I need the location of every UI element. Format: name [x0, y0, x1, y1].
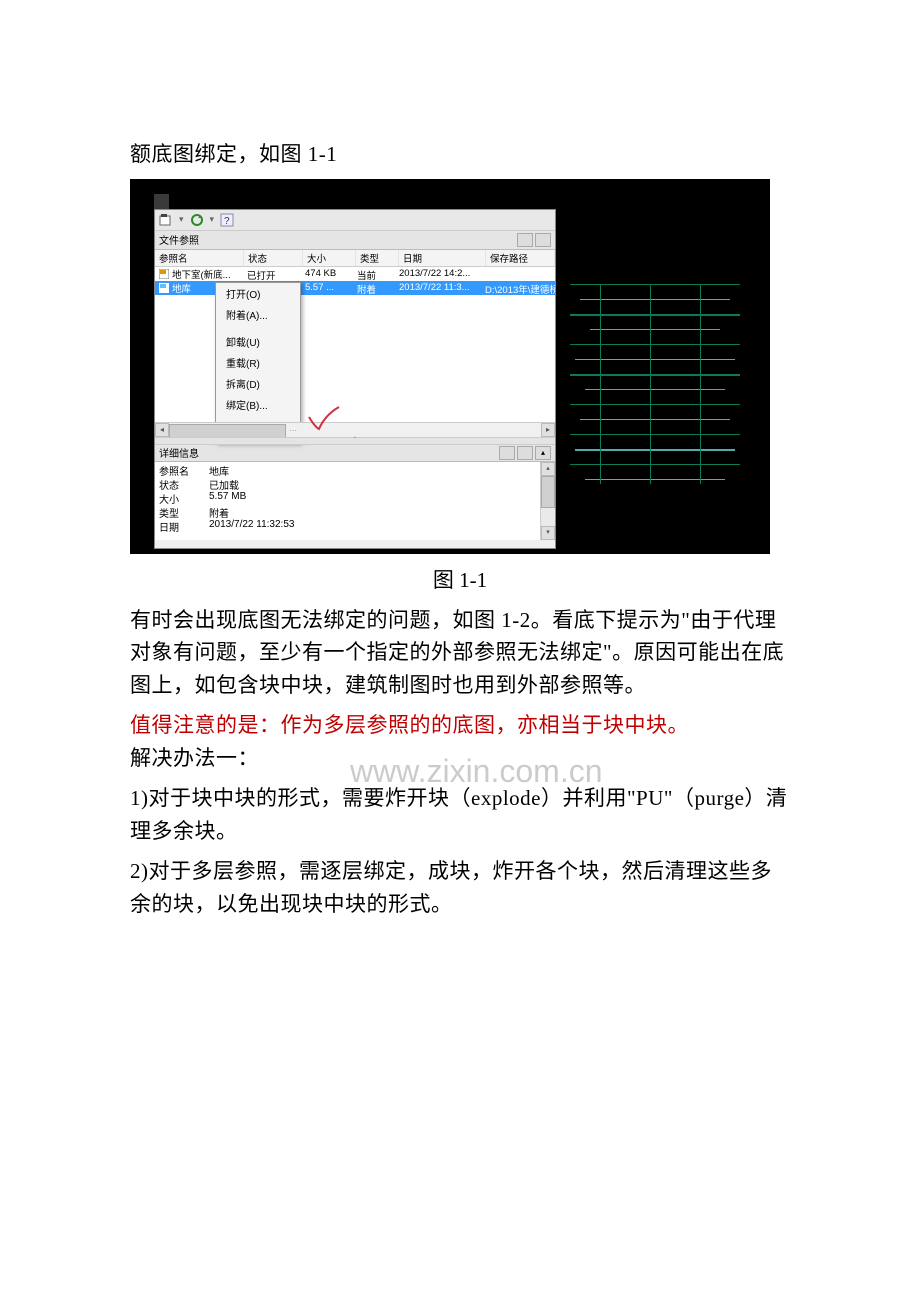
dwg-icon — [159, 283, 169, 293]
context-menu: 打开(O) 附着(A)... 卸载(U) 重载(R) 拆离(D) 绑定(B)..… — [215, 282, 301, 443]
toolbar-sep: ▾ — [210, 214, 215, 225]
detail-panel: 参照名 地库 状态 已加载 大小 5.57 MB — [155, 462, 555, 540]
cell-path: D:\2013年\建德桥东城市 — [481, 281, 555, 295]
ctx-open[interactable]: 打开(O) — [216, 283, 300, 304]
toolbar-sep: ▾ — [179, 214, 184, 225]
scroll-right-icon[interactable]: ▸ — [541, 423, 555, 437]
ctx-reload[interactable]: 重载(R) — [216, 352, 300, 373]
col-size[interactable]: 大小 — [303, 250, 356, 266]
v-scrollbar[interactable]: ▴ ▾ — [540, 462, 555, 540]
detail-row: 日期 2013/7/22 11:32:53 — [155, 518, 540, 532]
xref-palette: ▾ ▾ ? 文件参照 — [154, 209, 556, 549]
cell-type: 当前 — [353, 267, 395, 281]
paragraph-redline: 值得注意的是：作为多层参照的的底图，亦相当于块中块。 解决办法一： — [130, 709, 790, 774]
dwg-icon — [159, 269, 169, 279]
ctx-detach[interactable]: 拆离(D) — [216, 373, 300, 394]
col-refname[interactable]: 参照名 — [155, 250, 244, 266]
svg-text:?: ? — [224, 216, 230, 227]
col-path[interactable]: 保存路径 — [486, 250, 555, 266]
detail-value: 已加载 — [205, 476, 540, 490]
intro-line: 额底图绑定，如图 1-1 — [130, 138, 790, 171]
detail-key: 类型 — [155, 504, 205, 518]
detail-header: 详细信息 ▴ — [155, 445, 555, 462]
col-type[interactable]: 类型 — [356, 250, 399, 266]
scroll-track[interactable] — [541, 476, 555, 526]
splitter-grip-icon: ⌃ — [345, 439, 365, 442]
cell-date: 2013/7/22 11:3... — [395, 281, 481, 295]
tree-view-icon[interactable] — [535, 233, 551, 247]
palette-toolbar: ▾ ▾ ? — [155, 210, 555, 231]
col-date[interactable]: 日期 — [399, 250, 486, 266]
cell-path — [481, 267, 555, 281]
detail-row: 类型 附着 — [155, 504, 540, 518]
detail-key: 参照名 — [155, 462, 205, 476]
cad-drawing-preview — [560, 274, 750, 494]
cell-refname: 地下室(新底... — [172, 267, 231, 281]
cell-type: 附着 — [353, 281, 395, 295]
table-row[interactable]: 地下室(新底... 已打开 474 KB 当前 2013/7/22 14:2..… — [155, 267, 555, 281]
cell-size: 474 KB — [301, 267, 353, 281]
scroll-down-icon[interactable]: ▾ — [541, 526, 555, 540]
detail-value: 2013/7/22 11:32:53 — [205, 518, 540, 532]
scroll-up-icon[interactable]: ▴ — [541, 462, 555, 476]
detail-btn2-icon[interactable] — [517, 446, 533, 460]
detail-label: 详细信息 — [159, 445, 199, 460]
ctx-bind[interactable]: 绑定(B)... — [216, 394, 300, 415]
detail-value: 附着 — [205, 504, 540, 518]
scroll-track[interactable]: ⋯ — [169, 423, 541, 437]
detail-value: 地库 — [205, 462, 540, 476]
col-status[interactable]: 状态 — [244, 250, 303, 266]
splitter[interactable]: ⌃ — [155, 437, 555, 445]
scroll-grip-icon: ⋯ — [289, 426, 297, 435]
ctx-attach[interactable]: 附着(A)... — [216, 304, 300, 325]
detail-key: 状态 — [155, 476, 205, 490]
cell-status: 已打开 — [243, 267, 301, 281]
red-note: 值得注意的是：作为多层参照的的底图，亦相当于块中块。 — [130, 713, 689, 737]
scroll-thumb[interactable] — [541, 476, 555, 508]
detail-key: 日期 — [155, 518, 205, 532]
detail-row: 参照名 地库 — [155, 462, 540, 476]
collapse-icon[interactable]: ▴ — [535, 446, 551, 460]
detail-key: 大小 — [155, 490, 205, 504]
screenshot-figure-1-1: ✕ 图参照态 ▾ ▾ ? — [130, 179, 770, 554]
paragraph-2: 有时会出现底图无法绑定的问题，如图 1-2。看底下提示为"由于代理对象有问题，至… — [130, 604, 790, 702]
attach-dwg-icon[interactable] — [159, 213, 173, 227]
cell-refname: 地库 — [172, 281, 191, 295]
help-icon[interactable]: ? — [220, 213, 234, 227]
detail-value: 5.57 MB — [205, 490, 540, 504]
solution-1: 1)对于块中块的形式，需要炸开块（explode）并利用"PU"（purge）清… — [130, 782, 790, 847]
scroll-thumb[interactable] — [169, 424, 286, 438]
table-header: 参照名 状态 大小 类型 日期 保存路径 — [155, 250, 555, 267]
list-view-icon[interactable] — [517, 233, 533, 247]
solution-2: 2)对于多层参照，需逐层绑定，成块，炸开各个块，然后清理这些多余的块，以免出现块… — [130, 855, 790, 920]
file-ref-header: 文件参照 — [155, 231, 555, 250]
file-ref-label: 文件参照 — [159, 232, 199, 247]
h-scrollbar[interactable]: ◂ ⋯ ▸ — [155, 422, 555, 437]
cell-date: 2013/7/22 14:2... — [395, 267, 481, 281]
caption-1-1: 图 1-1 — [130, 564, 790, 594]
xref-table: 参照名 状态 大小 类型 日期 保存路径 地下室(新底... 已打开 474 — [155, 250, 555, 422]
scroll-left-icon[interactable]: ◂ — [155, 423, 169, 437]
solution-heading: 解决办法一： — [130, 746, 259, 770]
detail-row: 状态 已加载 — [155, 476, 540, 490]
refresh-icon[interactable] — [190, 213, 204, 227]
detail-row: 大小 5.57 MB — [155, 490, 540, 504]
ctx-unload[interactable]: 卸载(U) — [216, 331, 300, 352]
cell-size: 5.57 ... — [301, 281, 353, 295]
detail-btn1-icon[interactable] — [499, 446, 515, 460]
